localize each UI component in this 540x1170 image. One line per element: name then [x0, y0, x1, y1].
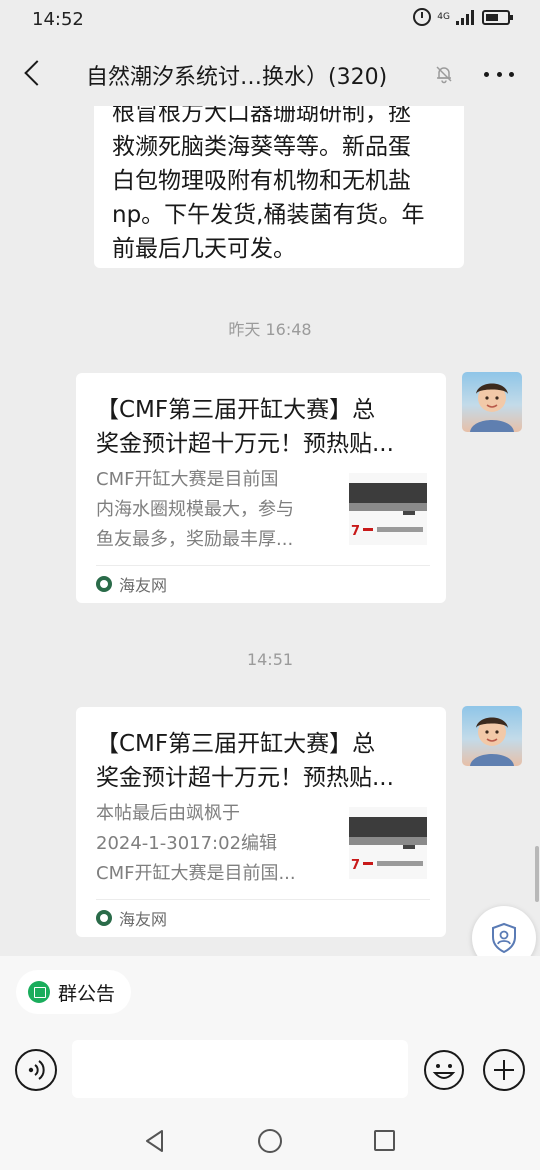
nav-back-icon[interactable]	[140, 1126, 170, 1156]
chat-title: 自然潮汐系统讨…换水）(320)	[86, 65, 388, 90]
card-title: 【CMF第三届开缸大赛】总 奖金预计超十万元！预热贴...	[96, 731, 394, 791]
message-line: 白包物理吸附有机物和无机盐	[112, 168, 411, 194]
announcement-icon	[28, 981, 50, 1003]
sender-avatar[interactable]	[462, 706, 522, 766]
mute-bell-icon	[436, 66, 452, 84]
message-line: 根冒根方大口器珊瑚研制，拯	[112, 106, 411, 126]
message-input[interactable]	[72, 1040, 408, 1098]
card-title: 【CMF第三届开缸大赛】总 奖金预计超十万元！预热贴...	[96, 397, 394, 457]
card-divider	[96, 899, 430, 900]
card-thumbnail: 7	[349, 473, 427, 545]
timestamp: 14:51	[246, 650, 294, 669]
sender-avatar[interactable]	[462, 372, 522, 432]
svg-text:7: 7	[351, 524, 360, 539]
svg-text:7: 7	[351, 858, 360, 873]
scrollbar-thumb[interactable]	[535, 846, 539, 902]
card-source: 海友网	[96, 906, 167, 930]
card-thumbnail: 7	[349, 807, 427, 879]
group-announcement-chip[interactable]: 群公告	[16, 970, 132, 1014]
alarm-icon	[413, 8, 432, 26]
status-bar: 14:52 4G	[0, 0, 540, 40]
link-card[interactable]: 【CMF第三届开缸大赛】总 奖金预计超十万元！预热贴... 本帖最后由飒枫于 2…	[76, 707, 446, 937]
battery-icon	[482, 9, 513, 25]
message-line: 前最后几天可发。	[112, 236, 296, 262]
more-functions-button[interactable]	[483, 1049, 525, 1091]
status-icons: 4G	[413, 8, 513, 26]
system-navigation-bar	[0, 1112, 540, 1170]
emoji-icon	[424, 1050, 464, 1090]
source-logo-icon	[96, 910, 112, 926]
more-options-button[interactable]	[484, 60, 514, 88]
source-logo-icon	[96, 576, 112, 592]
text-message-bubble[interactable]: 根冒根方大口器珊瑚研制，拯 救濒死脑类海葵等等。新品蛋 白包物理吸附有机物和无机…	[94, 106, 464, 268]
message-line: np。下午发货,桶装菌有货。年	[112, 202, 425, 228]
card-divider	[96, 565, 430, 566]
message-line: 救濒死脑类海葵等等。新品蛋	[112, 134, 411, 160]
emoji-button[interactable]	[423, 1049, 465, 1091]
network-label: 4G	[437, 11, 450, 22]
status-time: 14:52	[32, 9, 84, 30]
signal-icon	[456, 9, 474, 25]
back-button[interactable]	[20, 58, 48, 90]
announcement-label: 群公告	[58, 982, 116, 1005]
link-card[interactable]: 【CMF第三届开缸大赛】总 奖金预计超十万元！预热贴... CMF开缸大赛是目前…	[76, 373, 446, 603]
nav-home-icon[interactable]	[258, 1129, 282, 1153]
nav-recents-icon[interactable]	[374, 1130, 395, 1151]
chat-messages: 根冒根方大口器珊瑚研制，拯 救濒死脑类海葵等等。新品蛋 白包物理吸附有机物和无机…	[0, 106, 540, 956]
voice-icon	[28, 1060, 45, 1080]
timestamp: 昨天 16:48	[228, 320, 312, 339]
card-description: 本帖最后由飒枫于 2024-1-3017:02编辑 CMF开缸大赛是目前国...	[96, 803, 296, 884]
card-description: CMF开缸大赛是目前国 内海水圈规模最大，参与 鱼友最多，奖励最丰厚...	[96, 469, 294, 550]
card-source: 海友网	[96, 572, 167, 596]
chat-header: 自然潮汐系统讨…换水）(320)	[0, 42, 540, 106]
voice-input-button[interactable]	[15, 1049, 57, 1091]
